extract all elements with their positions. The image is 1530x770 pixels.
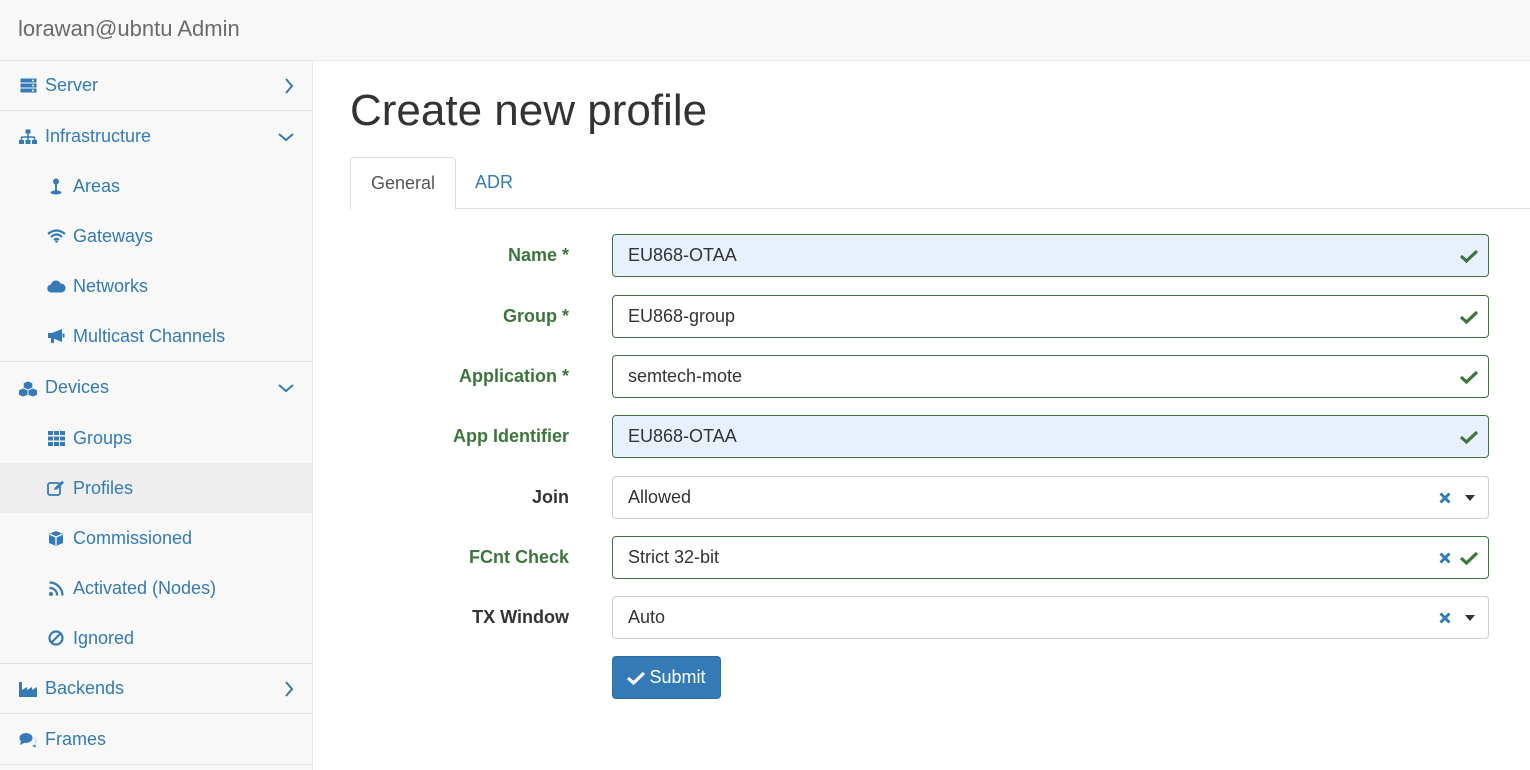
sidebar-item-label: Ignored	[73, 628, 135, 648]
sidebar-item-label: Frames	[45, 729, 107, 749]
sidebar-item-activated-nodes[interactable]: Activated (Nodes)	[0, 563, 312, 613]
tab-general[interactable]: General	[350, 157, 457, 210]
name-label: Name *	[507, 245, 569, 265]
sidebar-item-label: Devices	[45, 377, 110, 397]
chevron-right-icon	[284, 61, 294, 110]
bullhorn-icon	[46, 311, 66, 361]
sidebar-item-multicast-channels[interactable]: Multicast Channels	[0, 311, 312, 362]
sidebar: Server Infrastructure Areas Gateways Net…	[0, 61, 313, 770]
check-icon	[1460, 296, 1478, 337]
comments-icon	[18, 715, 38, 764]
app-identifier-field[interactable]: EU868-OTAA	[612, 415, 1489, 458]
app-identifier-value: EU868-OTAA	[628, 426, 737, 446]
fcnt-check-label: FCnt Check	[468, 547, 569, 567]
wifi-icon	[46, 211, 66, 261]
sidebar-item-gateways[interactable]: Gateways	[0, 211, 312, 261]
clear-icon[interactable]	[1439, 597, 1451, 638]
submit-label: Submit	[649, 667, 706, 687]
clear-icon[interactable]	[1439, 537, 1451, 578]
industry-icon	[18, 664, 38, 713]
sidebar-item-label: Gateways	[73, 226, 154, 246]
clear-icon[interactable]	[1439, 477, 1451, 518]
join-label: Join	[531, 487, 569, 507]
check-icon	[1460, 416, 1478, 457]
application-field[interactable]: semtech-mote	[612, 355, 1489, 398]
sidebar-item-infrastructure[interactable]: Infrastructure	[0, 112, 312, 162]
page-title: Create new profile	[350, 86, 708, 135]
chevron-down-icon	[278, 363, 294, 413]
sidebar-item-label: Areas	[73, 176, 121, 196]
sidebar-item-label: Profiles	[73, 478, 134, 498]
name-value: EU868-OTAA	[628, 245, 737, 265]
sidebar-item-label: Activated (Nodes)	[73, 578, 217, 598]
application-value: semtech-mote	[628, 366, 743, 386]
rss-icon	[46, 563, 66, 613]
sidebar-item-label: Infrastructure	[45, 126, 152, 146]
sidebar-item-frames[interactable]: Frames	[0, 715, 312, 765]
fcnt-check-value: Strict 32-bit	[628, 547, 720, 567]
chevron-down-icon	[278, 112, 294, 162]
server-icon	[18, 61, 38, 110]
group-value: EU868-group	[628, 306, 736, 326]
cloud-icon	[46, 261, 66, 311]
sidebar-item-devices[interactable]: Devices	[0, 363, 312, 413]
sidebar-item-label: Server	[45, 75, 99, 95]
check-icon	[1460, 356, 1478, 397]
sidebar-item-groups[interactable]: Groups	[0, 413, 312, 463]
check-icon	[627, 671, 646, 685]
sidebar-item-label: Groups	[73, 428, 133, 448]
sidebar-item-backends[interactable]: Backends	[0, 664, 312, 714]
sidebar-item-label: Backends	[45, 678, 125, 698]
main-content: Create new profile General ADR Name * EU…	[313, 61, 1530, 770]
tx-window-label: TX Window	[472, 607, 569, 627]
group-field[interactable]: EU868-group	[612, 295, 1489, 338]
name-field[interactable]: EU868-OTAA	[612, 234, 1489, 277]
tx-window-value: Auto	[628, 607, 666, 627]
cubes-icon	[18, 363, 38, 413]
sidebar-item-areas[interactable]: Areas	[0, 161, 312, 211]
sitemap-icon	[18, 112, 38, 162]
grid-icon	[46, 413, 66, 463]
edit-icon	[46, 463, 66, 513]
sidebar-item-ignored[interactable]: Ignored	[0, 613, 312, 664]
check-icon	[1460, 235, 1478, 276]
ban-icon	[46, 613, 66, 663]
app-title[interactable]: lorawan@ubntu Admin	[18, 16, 240, 42]
sidebar-item-networks[interactable]: Networks	[0, 261, 312, 311]
tab-adr[interactable]: ADR	[455, 157, 533, 209]
join-value: Allowed	[628, 487, 692, 507]
caret-down-icon[interactable]	[1465, 597, 1475, 638]
group-label: Group *	[503, 306, 569, 326]
join-select[interactable]: Allowed	[612, 476, 1489, 519]
chevron-right-icon	[284, 664, 294, 713]
application-label: Application *	[458, 366, 569, 386]
check-icon	[1460, 537, 1478, 578]
sidebar-item-commissioned[interactable]: Commissioned	[0, 513, 312, 563]
app-identifier-label: App Identifier	[453, 426, 569, 446]
cube-icon	[46, 513, 66, 563]
sidebar-item-server[interactable]: Server	[0, 61, 312, 111]
sidebar-item-label: Commissioned	[73, 528, 193, 548]
tx-window-select[interactable]: Auto	[612, 596, 1489, 639]
submit-button[interactable]: Submit	[612, 656, 721, 699]
fcnt-check-select[interactable]: Strict 32-bit	[612, 536, 1489, 579]
sidebar-item-profiles[interactable]: Profiles	[0, 463, 312, 513]
top-navbar: lorawan@ubntu Admin	[0, 0, 1530, 61]
sidebar-item-label: Multicast Channels	[73, 326, 226, 346]
tab-bar: General ADR	[350, 157, 1530, 210]
map-pin-icon	[46, 161, 66, 211]
sidebar-item-label: Networks	[73, 276, 149, 296]
caret-down-icon[interactable]	[1465, 477, 1475, 518]
